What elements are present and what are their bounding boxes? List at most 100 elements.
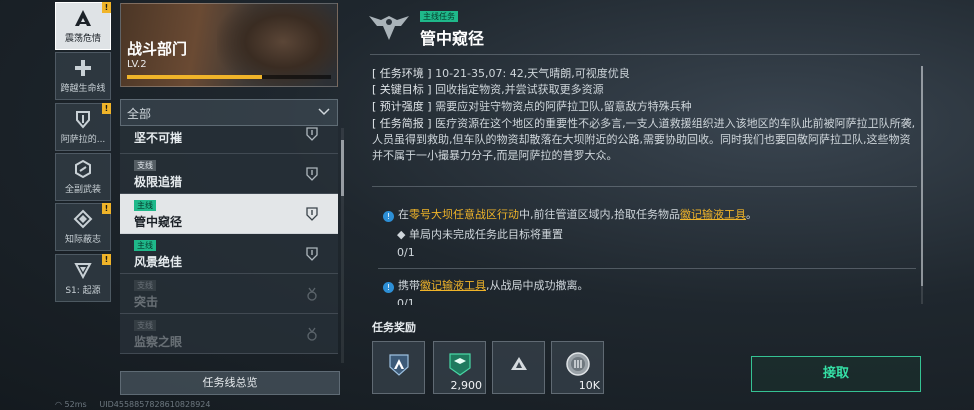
tab-s1-origin[interactable]: S1: 起源 ! [55,254,111,302]
mission-name: 监察之眼 [134,335,183,349]
mission-item[interactable]: 支线 极限追猎 [120,154,338,194]
reward-item[interactable]: 10K [551,341,604,394]
scrollbar-thumb[interactable] [921,66,923,286]
reward-item[interactable] [372,341,425,394]
mission-environment: [ 任务环境 ] 10-21-35,07: 42,天气晴朗,可视度优良 [372,66,917,82]
mission-name: 突击 [134,295,159,309]
tab-intel[interactable]: 知际蔽志 ! [55,203,111,251]
status-footer: ◠ 52ms UID4558857828610828924 [55,400,210,409]
mission-item[interactable]: 坚不可摧 [120,126,338,154]
objective-note: 单局内未完成任务此目标将重置 [408,228,563,241]
mission-title: 管中窥径 [420,29,485,48]
mission-name: 坚不可摧 [134,131,183,145]
tab-label: 知际蔽志 [64,235,101,245]
tab-label: 阿萨拉的... [60,135,106,145]
info-key: [ 任务环境 ] [372,67,432,80]
tab-shock-crisis[interactable]: 震荡危情 ! [55,2,111,50]
tab-lifeline[interactable]: 跨越生命线 [55,52,111,100]
objective-text: 携带 [398,279,420,292]
mission-item-locked[interactable]: 支线 监察之眼 [120,314,338,354]
department-level: LV.2 [127,59,147,70]
dept-emblem-icon [389,354,409,376]
objective-text: 中,前往管道区域内,拾取任务物品 [519,208,680,221]
triangle-icon [73,260,93,280]
mission-overview-button[interactable]: 任务线总览 [120,371,340,395]
notification-badge: ! [102,254,111,265]
info-value: 10-21-35,07: 42,天气晴朗,可视度优良 [435,67,630,80]
shield-icon [73,109,93,129]
reward-quantity: 2,900 [450,379,483,392]
mission-tag: 主线 [134,240,156,251]
mission-name: 风景绝佳 [134,255,183,269]
hex-icon [73,159,93,179]
objective-location: 零号大坝任意战区行动 [409,208,519,221]
mission-item-locked[interactable]: 支线 突击 [120,274,338,314]
objective-info-icon: ! [383,211,394,222]
department-card[interactable]: 战斗部门 LV.2 [120,3,338,87]
mission-list: 坚不可摧 支线 极限追猎 主线 管中窥径 主线 风景绝佳 支线 突击 支线 监察… [120,126,338,364]
objective-2: ! 携带徽记输液工具,从战局中成功撤离。 0/1 [383,277,918,305]
mission-alert-icon [306,127,318,141]
mission-filter-dropdown[interactable]: 全部 [120,99,338,126]
divider [378,268,916,269]
divider [372,186,917,187]
notification-badge: ! [102,103,111,114]
ping-value: 52ms [64,400,87,409]
tab-label: S1: 起源 [65,286,101,296]
mission-goal: [ 关键目标 ] 回收指定物资,并尝试获取更多资源 [372,82,917,98]
objective-info-icon: ! [383,282,394,293]
reset-warning-icon: ◆ [397,228,406,241]
mission-type-tag: 主线任务 [420,11,458,22]
info-value: 医疗资源在这个地区的重要性不必多言,一支人道救援组织进入该地区的车队此前被阿萨拉… [372,117,916,162]
mission-alert-icon [306,247,318,261]
triangle-mark-icon [511,357,527,370]
tab-label: 全副武装 [64,185,101,195]
objective-item-link[interactable]: 徽记输液工具 [680,208,746,221]
reward-item[interactable] [492,341,545,394]
a-logo-icon [73,8,93,28]
mission-name: 管中窥径 [134,215,183,229]
detail-scrollbar[interactable] [921,66,923,304]
tab-fully-armed[interactable]: 全副武装 [55,153,111,201]
reward-quantity: 10K [578,379,600,392]
mission-item-selected[interactable]: 主线 管中窥径 [120,194,338,234]
objective-progress: 0/1 [397,297,415,305]
filter-selected-value: 全部 [127,107,152,121]
department-progress-bar [127,75,331,79]
reputation-icon [449,353,471,376]
info-value: 需要应对驻守物资点的阿萨拉卫队,留意敌方特殊兵种 [435,100,692,113]
info-key: [ 关键目标 ] [372,83,432,96]
rewards-label: 任务奖励 [372,321,416,334]
objective-1: ! 在零号大坝任意战区行动中,前往管道区域内,拾取任务物品徽记输液工具。 ◆ 单局… [383,206,918,259]
mission-tag: 主线 [134,200,156,211]
mission-alert-icon [306,207,318,221]
plus-icon [73,58,93,78]
diamond-icon [73,209,93,229]
mission-name: 极限追猎 [134,175,183,189]
mission-tag: 支线 [134,160,156,171]
uid-value: UID4558857828610828924 [99,400,211,409]
tab-label: 跨越生命线 [60,84,106,94]
mission-difficulty: [ 预计强度 ] 需要应对驻守物资点的阿萨拉卫队,留意敌方特殊兵种 [372,99,917,115]
info-value: 回收指定物资,并尝试获取更多资源 [435,83,604,96]
tab-asala[interactable]: 阿萨拉的... ! [55,103,111,151]
department-progress-fill [127,75,262,79]
mission-tag: 支线 [134,280,156,291]
locked-mission-icon [307,327,317,341]
mission-item[interactable]: 主线 风景绝佳 [120,234,338,274]
objective-item-link[interactable]: 徽记输液工具 [420,279,486,292]
objective-text: 在 [398,208,409,221]
mission-list-scrollbar[interactable] [341,128,344,363]
objective-text: 。 [746,208,757,221]
locked-mission-icon [307,287,317,301]
accept-mission-button[interactable]: 接取 [751,356,921,392]
reward-item[interactable]: 2,900 [433,341,486,394]
chevron-down-icon [318,108,330,116]
category-tab-column: 震荡危情 ! 跨越生命线 阿萨拉的... ! 全副武装 知际蔽志 ! S1: 起… [55,0,111,400]
mission-tag: 支线 [134,320,156,331]
notification-badge: ! [102,203,111,214]
mission-briefing: [ 任务简报 ] 医疗资源在这个地区的重要性不必多言,一支人道救援组织进入该地区… [372,116,917,164]
scrollbar-thumb[interactable] [341,140,344,196]
tab-label: 震荡危情 [64,34,101,44]
divider [370,54,920,55]
